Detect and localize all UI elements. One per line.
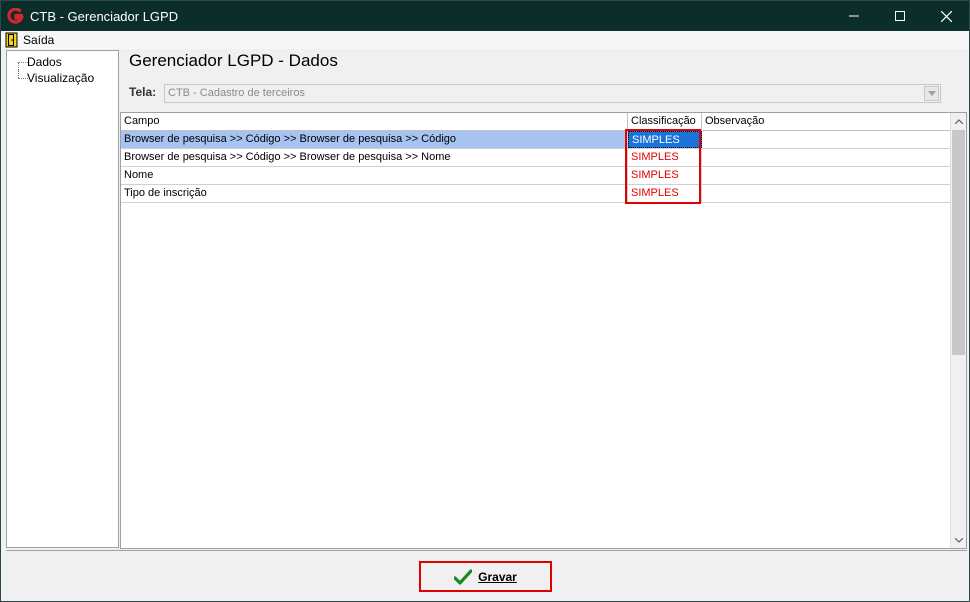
data-grid: Campo Classificação Observação Browser d… — [120, 112, 967, 549]
minimize-icon — [849, 15, 859, 17]
save-button[interactable]: Gravar — [419, 561, 552, 592]
column-header-observacao[interactable]: Observação — [702, 113, 951, 130]
vertical-scrollbar[interactable] — [950, 113, 966, 548]
cell-classificacao[interactable]: SIMPLES — [628, 131, 702, 148]
table-row[interactable]: Browser de pesquisa >> Código >> Browser… — [121, 131, 951, 149]
tela-selected-value: CTB - Cadastro de terceiros — [168, 87, 305, 99]
dropdown-arrow-button[interactable] — [924, 86, 939, 101]
page-title: Gerenciador LGPD - Dados — [129, 51, 338, 70]
menu-bar: Saída — [1, 31, 969, 49]
close-button[interactable] — [923, 1, 969, 31]
column-header-classificacao[interactable]: Classificação — [628, 113, 702, 130]
cell-campo[interactable]: Browser de pesquisa >> Código >> Browser… — [121, 149, 628, 166]
maximize-icon — [895, 11, 905, 21]
cell-observacao[interactable] — [702, 167, 951, 184]
scrollbar-thumb[interactable] — [952, 130, 965, 355]
tree-item-label: Visualização — [27, 71, 95, 85]
cell-observacao[interactable] — [702, 131, 951, 148]
window-title: CTB - Gerenciador LGPD — [30, 9, 179, 24]
exit-door-icon — [5, 32, 18, 48]
table-row[interactable]: Tipo de inscrição SIMPLES — [121, 185, 951, 203]
tela-label: Tela: — [129, 85, 157, 99]
cell-observacao[interactable] — [702, 185, 951, 202]
app-logo-icon — [7, 8, 24, 24]
title-bar[interactable]: CTB - Gerenciador LGPD — [1, 1, 969, 31]
scroll-down-button[interactable] — [951, 532, 966, 548]
save-button-label: Gravar — [478, 569, 517, 584]
column-header-campo[interactable]: Campo — [121, 113, 628, 130]
check-icon — [454, 568, 473, 585]
table-row[interactable]: Browser de pesquisa >> Código >> Browser… — [121, 149, 951, 167]
cell-classificacao[interactable]: SIMPLES — [628, 167, 702, 184]
tree-connector — [7, 70, 28, 86]
tela-select[interactable]: CTB - Cadastro de terceiros — [164, 84, 941, 103]
scroll-up-button[interactable] — [951, 113, 966, 129]
save-button-content: Gravar — [454, 568, 517, 585]
cell-classificacao[interactable]: SIMPLES — [628, 185, 702, 202]
menu-exit-label: Saída — [23, 33, 55, 47]
cell-campo[interactable]: Browser de pesquisa >> Código >> Browser… — [121, 131, 628, 148]
cell-classificacao[interactable]: SIMPLES — [628, 149, 702, 166]
chevron-up-icon — [954, 118, 963, 124]
table-row[interactable]: Nome SIMPLES — [121, 167, 951, 185]
close-icon — [940, 10, 952, 22]
chevron-down-icon — [954, 537, 963, 543]
app-window: CTB - Gerenciador LGPD Saída Dados Visua… — [0, 0, 970, 602]
cell-campo[interactable]: Tipo de inscrição — [121, 185, 628, 202]
maximize-button[interactable] — [877, 1, 923, 31]
minimize-button[interactable] — [831, 1, 877, 31]
tree-item-label: Dados — [27, 55, 62, 69]
chevron-down-icon — [927, 91, 936, 96]
tree-connector — [7, 54, 28, 70]
grid-header: Campo Classificação Observação — [121, 113, 951, 131]
cell-campo[interactable]: Nome — [121, 167, 628, 184]
tree-item-dados[interactable]: Dados — [7, 54, 62, 70]
navigation-tree: Dados Visualização — [6, 50, 119, 548]
cell-observacao[interactable] — [702, 149, 951, 166]
menu-item-exit[interactable]: Saída — [5, 32, 54, 48]
tree-item-visualizacao[interactable]: Visualização — [7, 70, 94, 86]
